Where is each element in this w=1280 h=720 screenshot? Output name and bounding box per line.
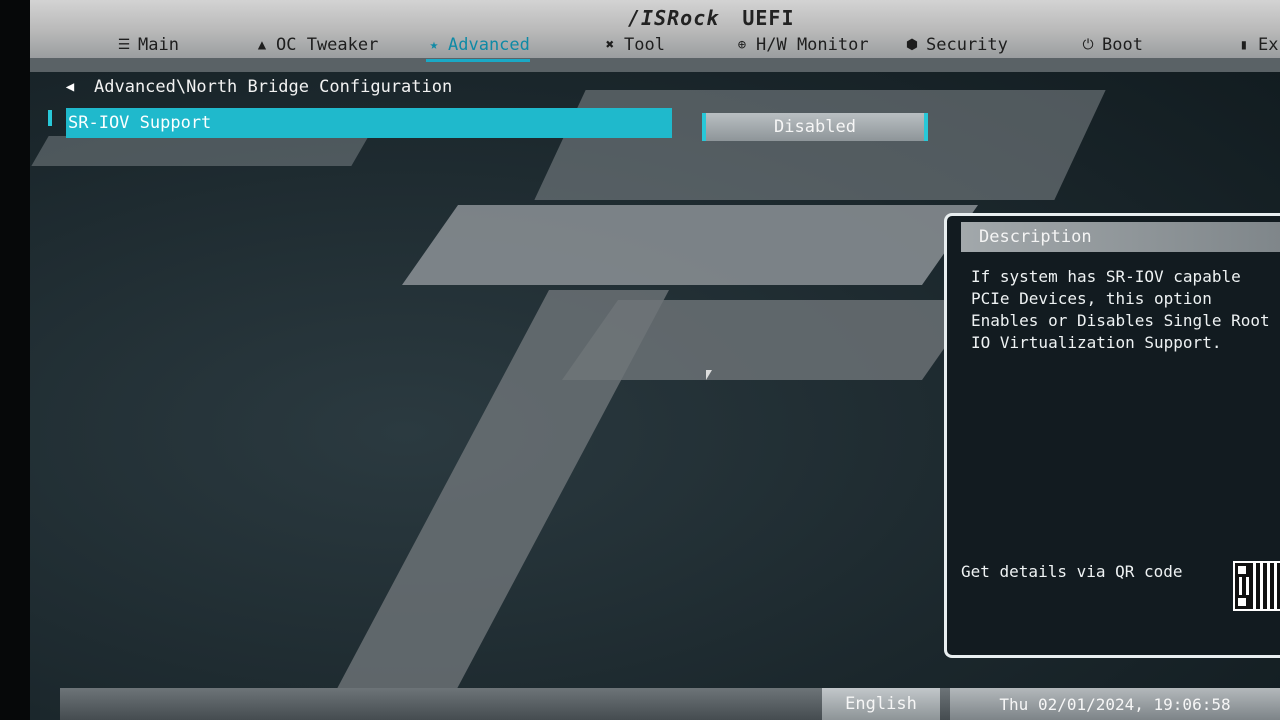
background-decoration: [401, 205, 979, 285]
option-value-dropdown[interactable]: Disabled: [702, 113, 928, 141]
top-bar-shadow: [30, 58, 1280, 72]
tab-label: Security: [926, 35, 1008, 55]
power-icon: ⏻: [1082, 37, 1094, 53]
selection-marker: [48, 110, 52, 126]
breadcrumb-path: Advanced\North Bridge Configuration: [94, 77, 453, 97]
rocket-icon: ▲: [257, 37, 267, 53]
option-label: SR-IOV Support: [68, 113, 212, 133]
monitor-icon: ⊕: [737, 37, 747, 53]
mouse-cursor-icon: [706, 370, 712, 380]
back-arrow-icon[interactable]: ◀: [60, 77, 80, 97]
tab-tool[interactable]: ✖ Tool: [602, 32, 665, 58]
breadcrumb: ◀ Advanced\North Bridge Configuration: [40, 72, 700, 102]
tab-label: Ex: [1258, 35, 1279, 55]
background-decoration: [561, 300, 979, 380]
tab-label: Tool: [624, 35, 665, 55]
qr-label: Get details via QR code: [961, 562, 1183, 581]
tab-hw-monitor[interactable]: ⊕ H/W Monitor: [734, 32, 869, 58]
tab-label: OC Tweaker: [276, 35, 379, 55]
description-title: Description: [961, 222, 1280, 252]
datetime-display: Thu 02/01/2024, 19:06:58: [950, 688, 1280, 720]
language-selector[interactable]: English: [822, 688, 940, 720]
tab-advanced[interactable]: ★ Advanced: [426, 32, 530, 62]
brand-logo: /ISRock UEFI: [628, 6, 795, 30]
star-icon: ★: [429, 37, 439, 53]
qr-code-icon: [1233, 561, 1280, 611]
background-decoration: [534, 90, 1106, 200]
tab-main[interactable]: ☰ Main: [116, 32, 179, 58]
brand-logo-suffix: UEFI: [742, 6, 795, 30]
tab-label: Advanced: [448, 35, 530, 55]
background-decoration: [31, 136, 369, 166]
tab-oc-tweaker[interactable]: ▲ OC Tweaker: [254, 32, 379, 58]
description-panel: Description If system has SR-IOV capable…: [944, 213, 1280, 658]
brand-logo-text: /ISRock: [628, 6, 720, 30]
tab-exit[interactable]: ▮ Ex: [1236, 32, 1279, 58]
tab-label: Main: [138, 35, 179, 55]
shield-icon: ⬢: [905, 37, 919, 53]
tab-label: H/W Monitor: [756, 35, 869, 55]
list-icon: ☰: [117, 37, 131, 53]
tab-security[interactable]: ⬢ Security: [904, 32, 1008, 58]
tab-boot[interactable]: ⏻ Boot: [1080, 32, 1143, 58]
tools-icon: ✖: [605, 37, 615, 53]
tab-label: Boot: [1102, 35, 1143, 55]
exit-icon: ▮: [1239, 37, 1249, 53]
description-text: If system has SR-IOV capable PCIe Device…: [971, 267, 1270, 352]
option-row-sr-iov[interactable]: SR-IOV Support: [66, 108, 672, 138]
